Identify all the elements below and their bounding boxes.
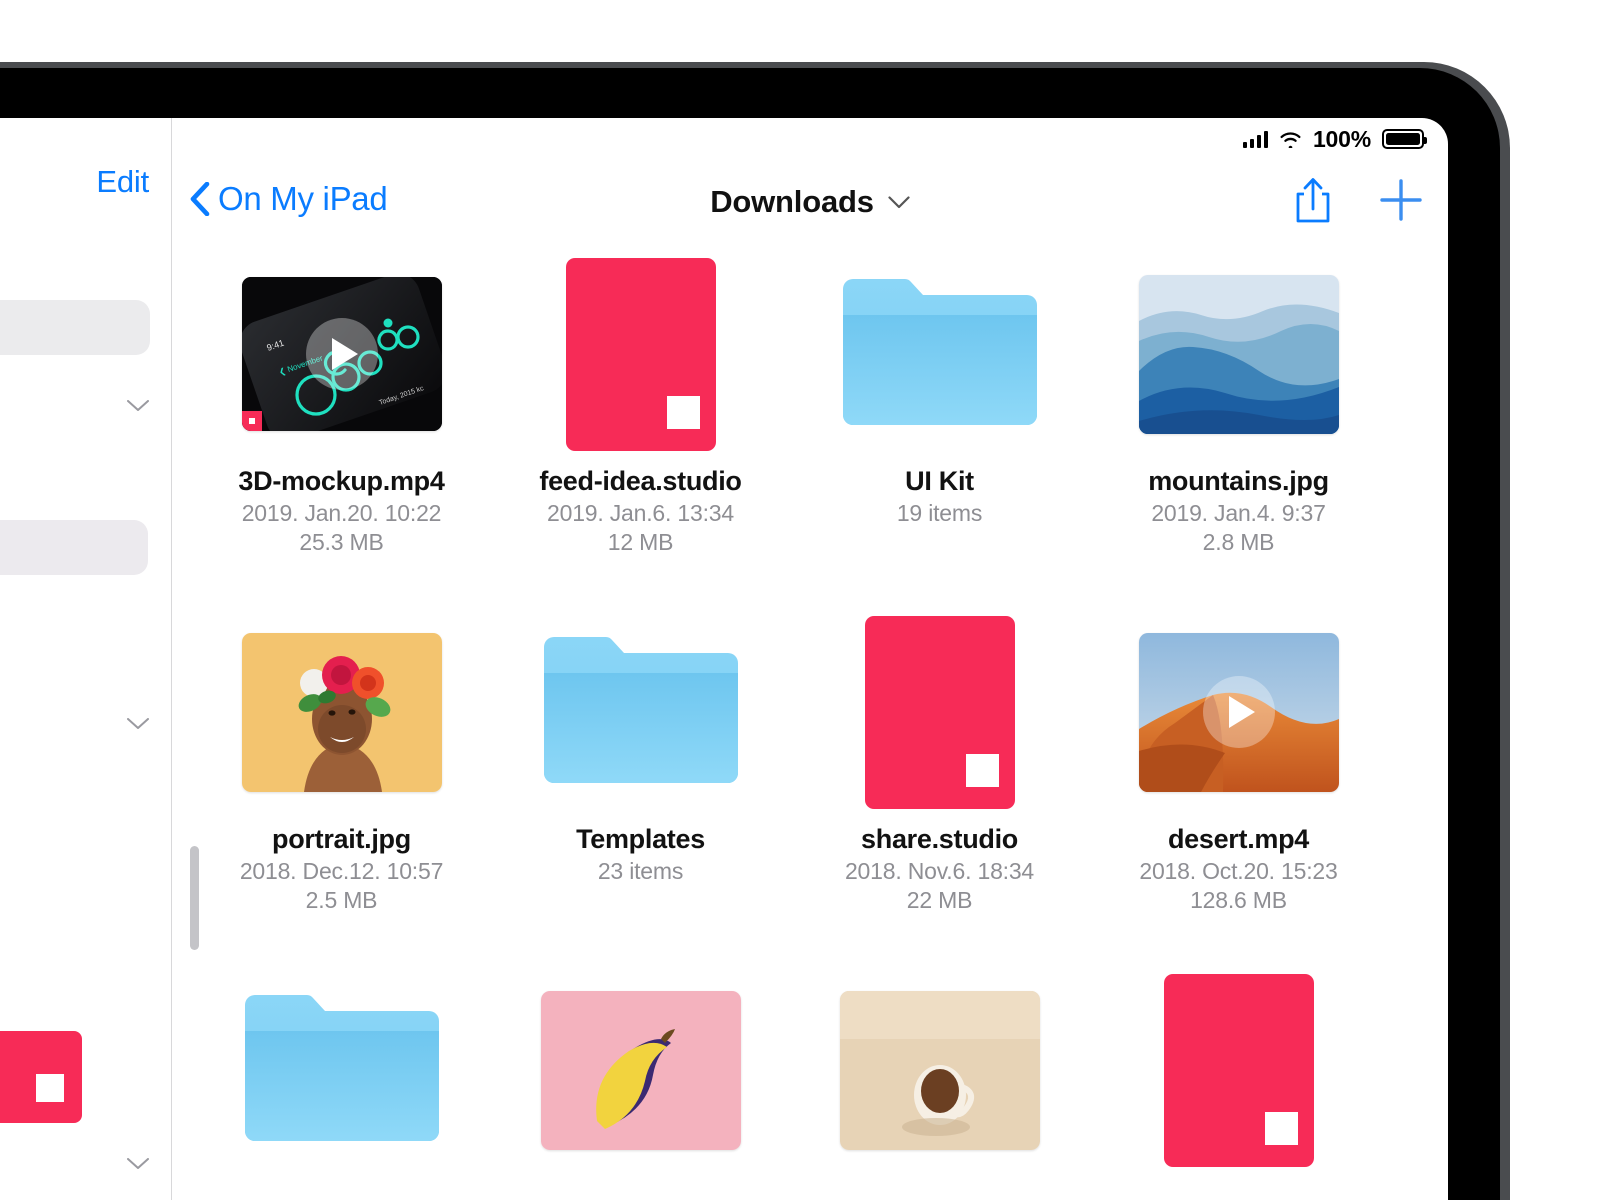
file-item[interactable]: feed-idea.studio 2019. Jan.6. 13:34 12 M…: [491, 248, 790, 606]
sidebar: Edit: [0, 118, 172, 1200]
file-name: portrait.jpg: [272, 824, 411, 854]
file-thumbnail: [790, 964, 1089, 1176]
file-size: 2.8 MB: [1202, 529, 1275, 556]
file-grid: 9:41 ❮ November Today, 2015 kc 3D-mockup…: [172, 248, 1448, 1200]
sidebar-section-chevron-1[interactable]: [127, 400, 149, 412]
file-thumbnail: [1089, 248, 1388, 460]
folder-item[interactable]: Templates 23 items: [491, 606, 790, 964]
folder-item[interactable]: UI Kit 19 items: [790, 248, 1089, 606]
file-item[interactable]: desert.mp4 2018. Oct.20. 15:23 128.6 MB: [1089, 606, 1388, 964]
file-date: 2018. Nov.6. 18:34: [844, 858, 1035, 884]
file-name: mountains.jpg: [1148, 466, 1329, 496]
nav-actions: [1294, 176, 1424, 224]
file-size: 128.6 MB: [1190, 887, 1287, 914]
file-thumbnail: [192, 606, 491, 818]
sidebar-item-placeholder-2[interactable]: [0, 520, 148, 575]
image-thumbnail-portrait: [241, 632, 442, 792]
file-date: 2018. Dec.12. 10:57: [239, 858, 444, 884]
folder-name: UI Kit: [905, 466, 974, 496]
wifi-icon: [1280, 131, 1301, 148]
folder-thumbnail: [192, 964, 491, 1176]
sidebar-tag-studio-file[interactable]: [0, 1031, 82, 1123]
status-bar: 100%: [1242, 118, 1427, 160]
folder-title-button[interactable]: Downloads: [172, 184, 1448, 220]
folder-item[interactable]: [192, 964, 491, 1200]
studio-badge-square: [36, 1074, 64, 1102]
file-item[interactable]: mountains.jpg 2019. Jan.4. 9:37 2.8 MB: [1089, 248, 1388, 606]
file-size: 2.5 MB: [305, 887, 378, 914]
file-item[interactable]: [491, 964, 790, 1200]
file-name: 3D-mockup.mp4: [238, 466, 445, 496]
navigation-bar: On My iPad Downloads: [172, 160, 1448, 248]
file-size: 25.3 MB: [299, 529, 384, 556]
video-thumbnail-3d-mockup: 9:41 ❮ November Today, 2015 kc: [241, 277, 442, 431]
sidebar-item-placeholder-1[interactable]: [0, 300, 150, 355]
studio-badge-square: [1264, 1111, 1298, 1145]
page-title: Downloads: [710, 184, 874, 219]
cellular-signal-icon: [1242, 130, 1268, 148]
folder-icon: [241, 991, 443, 1149]
play-button-overlay[interactable]: [1202, 676, 1275, 748]
file-item[interactable]: [790, 964, 1089, 1200]
sidebar-edit-button[interactable]: Edit: [96, 164, 149, 200]
file-item[interactable]: 9:41 ❮ November Today, 2015 kc 3D-mockup…: [192, 248, 491, 606]
folder-icon: [540, 633, 742, 791]
file-name: feed-idea.studio: [539, 466, 742, 496]
share-icon[interactable]: [1294, 176, 1332, 224]
ipad-screen: Edit 100% On My iPad Downloads 9:41 ❮ No…: [0, 118, 1448, 1200]
folder-thumbnail: [491, 606, 790, 818]
plus-icon[interactable]: [1378, 177, 1424, 223]
folder-item-count: 19 items: [896, 500, 983, 526]
file-thumbnail: [1089, 964, 1388, 1176]
folder-name: Templates: [576, 824, 705, 854]
file-item[interactable]: [1089, 964, 1388, 1200]
battery-full-icon: [1382, 129, 1427, 149]
file-date: 2019. Jan.20. 10:22: [241, 500, 442, 526]
folder-item-count: 23 items: [597, 858, 684, 884]
file-date: 2018. Oct.20. 15:23: [1139, 858, 1338, 884]
studio-file-icon: [864, 615, 1015, 809]
file-grid-container: 9:41 ❮ November Today, 2015 kc 3D-mockup…: [172, 248, 1448, 1200]
file-size: 12 MB: [607, 529, 674, 556]
file-date: 2019. Jan.6. 13:34: [547, 500, 734, 526]
folder-thumbnail: [790, 248, 1089, 460]
folder-icon: [839, 275, 1041, 433]
file-size: 22 MB: [906, 887, 973, 914]
studio-badge-square: [965, 753, 999, 787]
image-thumbnail-coffee: [839, 990, 1040, 1150]
studio-file-icon: [1163, 973, 1314, 1167]
file-thumbnail: [790, 606, 1089, 818]
file-item[interactable]: portrait.jpg 2018. Dec.12. 10:57 2.5 MB: [192, 606, 491, 964]
battery-percent-label: 100%: [1312, 125, 1371, 152]
file-item[interactable]: share.studio 2018. Nov.6. 18:34 22 MB: [790, 606, 1089, 964]
studio-file-icon: [565, 257, 716, 451]
file-thumbnail: [1089, 606, 1388, 818]
file-name: share.studio: [861, 824, 1018, 854]
file-thumbnail: 9:41 ❮ November Today, 2015 kc: [192, 248, 491, 460]
file-thumbnail: [491, 964, 790, 1176]
image-thumbnail-mountains: [1138, 274, 1339, 434]
image-thumbnail-banana: [540, 990, 741, 1150]
file-date: 2019. Jan.4. 9:37: [1151, 500, 1326, 526]
sidebar-section-chevron-3[interactable]: [127, 1158, 149, 1170]
sidebar-section-chevron-2[interactable]: [127, 718, 149, 730]
file-thumbnail: [491, 248, 790, 460]
screenshot-root: Edit 100% On My iPad Downloads 9:41 ❮ No…: [0, 0, 1600, 1200]
play-button-overlay[interactable]: [305, 318, 378, 390]
chevron-down-icon: [888, 195, 910, 208]
studio-badge-square: [666, 395, 700, 429]
file-name: desert.mp4: [1167, 824, 1310, 854]
video-thumbnail-desert: [1138, 632, 1339, 792]
